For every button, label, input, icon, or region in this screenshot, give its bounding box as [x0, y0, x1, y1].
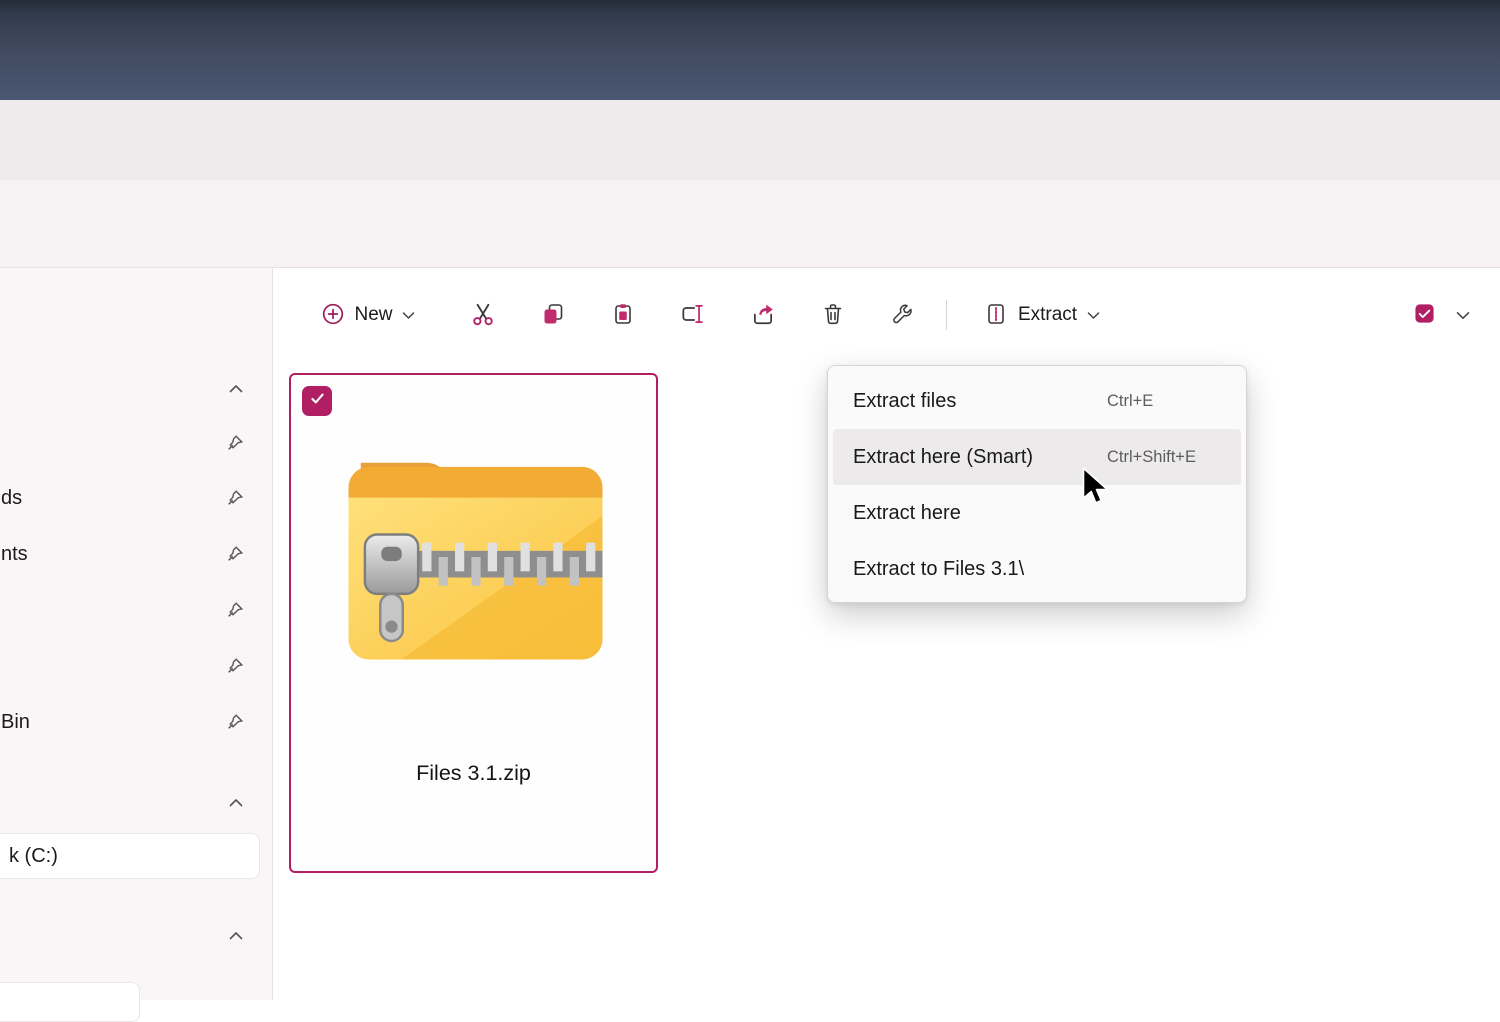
chevron-down-icon — [1087, 308, 1100, 323]
menu-item-label: Extract files — [853, 390, 956, 413]
sidebar-item-label: ds — [0, 487, 22, 510]
sidebar-item-local-disk-c[interactable]: k (C:) — [0, 833, 260, 879]
pin-icon[interactable] — [226, 434, 244, 452]
pin-icon[interactable] — [226, 657, 244, 675]
sidebar-item-label: Bin — [0, 711, 30, 734]
new-button-label: New — [354, 304, 392, 326]
new-button[interactable]: New — [298, 293, 438, 337]
extract-button[interactable]: Extract — [965, 293, 1119, 337]
checked-box-icon — [1414, 303, 1435, 327]
sidebar: ds nts Bin k (C:) — [0, 268, 273, 1000]
cut-button[interactable] — [461, 293, 505, 337]
selected-checkbox[interactable] — [302, 386, 332, 416]
menu-item-extract-files[interactable]: Extract files Ctrl+E — [833, 373, 1241, 429]
file-tile-selected[interactable]: Files 3.1.zip — [289, 373, 658, 873]
tab-strip: wnloads + — [0, 100, 1500, 180]
extract-dropdown-menu: Extract files Ctrl+E Extract here (Smart… — [827, 365, 1247, 603]
paste-button[interactable] — [601, 293, 645, 337]
pin-icon[interactable] — [226, 489, 244, 507]
menu-item-extract-here[interactable]: Extract here — [833, 485, 1241, 541]
menu-item-extract-to-folder[interactable]: Extract to Files 3.1\ — [833, 541, 1241, 597]
desktop-background — [0, 0, 1500, 100]
checkmark-icon — [309, 390, 326, 412]
menu-item-shortcut: Ctrl+E — [1107, 392, 1153, 411]
selection-checkbox-button[interactable] — [1402, 293, 1446, 337]
pin-icon[interactable] — [226, 713, 244, 731]
wrench-icon — [891, 302, 915, 329]
share-icon — [750, 301, 776, 330]
pin-icon[interactable] — [226, 601, 244, 619]
sidebar-item-label: nts — [0, 543, 28, 566]
sidebar-item[interactable] — [0, 421, 273, 465]
chevron-down-icon — [1456, 308, 1470, 323]
sidebar-item-recycle-bin[interactable]: Bin — [0, 700, 273, 744]
extract-button-label: Extract — [1018, 304, 1077, 326]
menu-item-label: Extract here (Smart) — [853, 446, 1033, 469]
copy-icon — [541, 302, 565, 329]
menu-item-shortcut: Ctrl+Shift+E — [1107, 448, 1196, 467]
chevron-down-icon — [402, 308, 415, 323]
menu-item-extract-here-smart[interactable]: Extract here (Smart) Ctrl+Shift+E — [833, 429, 1241, 485]
menu-item-label: Extract here — [853, 502, 961, 525]
section-collapse-chevron-icon[interactable] — [224, 794, 248, 810]
rename-icon — [679, 301, 705, 330]
view-options-chevron-button[interactable] — [1445, 293, 1481, 337]
delete-button[interactable] — [811, 293, 855, 337]
paste-icon — [611, 302, 635, 329]
zip-folder-icon — [332, 430, 619, 689]
trash-icon — [821, 302, 845, 329]
mouse-cursor-icon — [1081, 466, 1111, 513]
toolbar-divider — [946, 300, 947, 330]
share-button[interactable] — [741, 293, 785, 337]
menu-item-label: Extract to Files 3.1\ — [853, 558, 1024, 581]
section-collapse-chevron-icon[interactable] — [224, 927, 248, 943]
wrench-icon-button[interactable] — [881, 293, 925, 337]
sidebar-item-documents[interactable]: nts — [0, 532, 273, 576]
sidebar-item[interactable] — [0, 588, 273, 632]
pin-icon[interactable] — [226, 545, 244, 563]
screen: { "colors": { "accent": "#b01e63", "fold… — [0, 0, 1500, 1000]
rename-button[interactable] — [670, 293, 714, 337]
copy-button[interactable] — [531, 293, 575, 337]
sidebar-item-partial[interactable] — [0, 982, 140, 1022]
scissors-icon — [470, 301, 496, 330]
sidebar-item[interactable] — [0, 644, 273, 688]
file-name-label: Files 3.1.zip — [291, 761, 656, 786]
navigation-bar: Local Disk (C:) Users Public Downloads — [0, 180, 1500, 268]
sidebar-item-downloads[interactable]: ds — [0, 476, 273, 520]
section-collapse-chevron-icon[interactable] — [224, 380, 248, 396]
sidebar-item-label: k (C:) — [9, 845, 58, 868]
plus-circle-icon — [321, 302, 345, 329]
extract-archive-icon — [984, 302, 1008, 329]
